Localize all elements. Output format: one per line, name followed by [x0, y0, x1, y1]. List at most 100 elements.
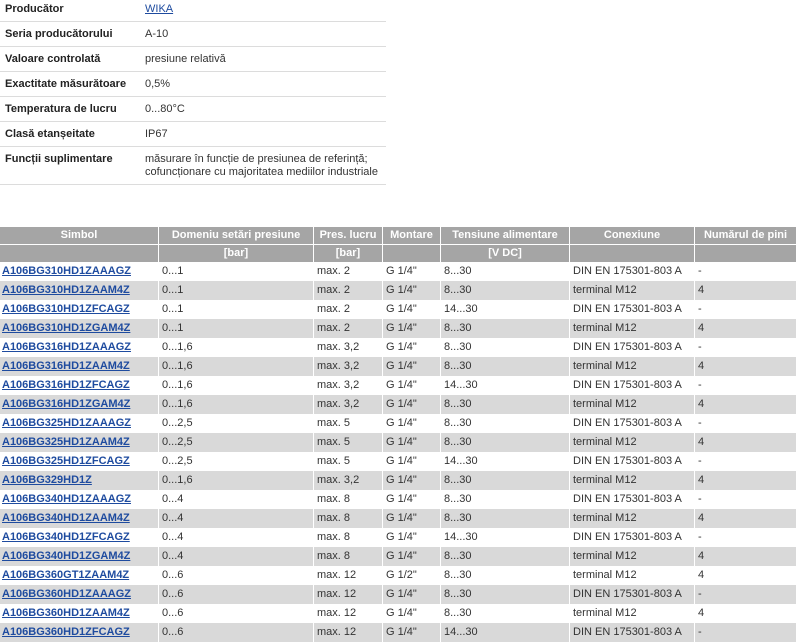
- cell-symbol: A106BG360HD1ZAAAGZ: [0, 585, 158, 604]
- product-symbol-link[interactable]: A106BG360HD1ZFCAGZ: [2, 626, 130, 638]
- cell-pin-count: -: [698, 341, 702, 353]
- cell-mounting: G 1/4": [383, 471, 440, 490]
- cell-mounting: G 1/4": [383, 281, 440, 300]
- cell-connection: terminal M12: [570, 509, 694, 528]
- col-header-pin-count: Numărul de pini: [695, 227, 796, 244]
- product-symbol-link[interactable]: A106BG310HD1ZGAM4Z: [2, 322, 130, 334]
- unit-header-pin-count: [695, 245, 796, 262]
- product-table: Simbol Domeniu setări presiune Pres. luc…: [0, 227, 796, 642]
- product-symbol-link[interactable]: A106BG325HD1ZFCAGZ: [2, 455, 130, 467]
- product-symbol-link[interactable]: A106BG316HD1ZGAM4Z: [2, 398, 130, 410]
- table-row: A106BG340HD1ZGAM4Z 0...4 max. 8G 1/4" 8...3…: [0, 547, 796, 566]
- cell-pressure-range: 0...1,6: [159, 471, 313, 490]
- spec-value: măsurare în funcție de presiunea de refe…: [145, 153, 378, 178]
- cell-pin-count: -: [698, 455, 702, 467]
- manufacturer-link[interactable]: WIKA: [145, 3, 173, 15]
- spec-label: Producător: [5, 3, 64, 15]
- cell-supply-voltage: 8...30: [444, 569, 472, 581]
- cell-supply-voltage: 8...30: [441, 509, 569, 528]
- cell-symbol: A106BG310HD1ZAAM4Z: [0, 281, 158, 300]
- cell-pin-count: -: [698, 265, 702, 277]
- unit-header-pressure-range: [bar]: [159, 245, 313, 262]
- spec-label: Temperatura de lucru: [5, 103, 117, 115]
- product-symbol-link[interactable]: A106BG360GT1ZAAM4Z: [2, 569, 129, 581]
- cell-mounting: G 1/4": [386, 379, 417, 391]
- product-symbol-link[interactable]: A106BG316HD1ZAAM4Z: [2, 360, 130, 372]
- table-row: A106BG360HD1ZAAM4Z 0...6 max. 12 G 1/4" 8...…: [0, 604, 796, 623]
- cell-working-pressure: max. 2: [314, 319, 382, 338]
- cell-supply-voltage: 8...30: [444, 417, 472, 429]
- table-body: A106BG310HD1ZAAAGZ 0...1 max. 2G 1/4" 8...3…: [0, 262, 796, 642]
- cell-working-pressure: max. 12: [317, 569, 357, 581]
- cell-pressure-range: 0...2,5: [162, 455, 193, 467]
- cell-mounting: G 1/4": [386, 531, 417, 543]
- cell-connection: terminal M12: [570, 281, 694, 300]
- product-symbol-link[interactable]: A106BG310HD1ZFCAGZ: [2, 303, 130, 315]
- cell-working-pressure: max. 8: [317, 493, 351, 505]
- spec-value: IP67: [145, 128, 168, 140]
- cell-symbol: A106BG340HD1ZGAM4Z: [0, 547, 158, 566]
- cell-mounting: G 1/4": [383, 357, 440, 376]
- cell-connection: terminal M12: [570, 433, 694, 452]
- cell-supply-voltage: 8...30: [441, 281, 569, 300]
- spec-row-temperature: Temperatura de lucru 0...80°C: [0, 97, 386, 122]
- cell-symbol: A106BG316HD1ZGAM4Z: [0, 395, 158, 414]
- cell-pressure-range: 0...6: [159, 585, 313, 604]
- unit-header-symbol: [0, 245, 158, 262]
- cell-supply-voltage: 8...30: [444, 607, 472, 619]
- product-symbol-link[interactable]: A106BG329HD1Z: [2, 474, 92, 486]
- product-symbol-link[interactable]: A106BG310HD1ZAAM4Z: [2, 284, 130, 296]
- product-symbol-link[interactable]: A106BG340HD1ZAAAGZ: [2, 493, 131, 505]
- product-symbol-link[interactable]: A106BG360HD1ZAAAGZ: [2, 588, 131, 600]
- cell-connection: DIN EN 175301-803 A: [570, 585, 694, 604]
- product-symbol-link[interactable]: A106BG340HD1ZAAM4Z: [2, 512, 130, 524]
- cell-pressure-range: 0...1,6: [162, 379, 193, 391]
- table-row: A106BG316HD1ZGAM4Z 0...1,6 max. 3,2 G 1/4" 8…: [0, 395, 796, 414]
- product-symbol-link[interactable]: A106BG325HD1ZAAM4Z: [2, 436, 130, 448]
- product-symbol-link[interactable]: A106BG310HD1ZAAAGZ: [2, 265, 131, 277]
- cell-mounting: G 1/4": [386, 607, 417, 619]
- cell-pressure-range: 0...1: [162, 265, 184, 277]
- cell-pressure-range: 0...6: [162, 607, 184, 619]
- product-symbol-link[interactable]: A106BG340HD1ZGAM4Z: [2, 550, 130, 562]
- cell-pressure-range: 0...4: [159, 509, 313, 528]
- cell-mounting: G 1/4": [386, 417, 417, 429]
- cell-connection: DIN EN 175301-803 A: [573, 379, 682, 391]
- cell-supply-voltage: 8...30: [444, 265, 472, 277]
- cell-supply-voltage: 8...30: [444, 341, 472, 353]
- cell-connection: DIN EN 175301-803 A: [573, 455, 682, 467]
- cell-symbol: A106BG310HD1ZAAAGZ: [0, 262, 158, 281]
- cell-working-pressure: max. 3,2: [317, 341, 360, 353]
- cell-supply-voltage: 14...30: [444, 531, 478, 543]
- col-header-mounting: Montare: [383, 227, 440, 244]
- cell-connection: DIN EN 175301-803 A: [573, 265, 682, 277]
- cell-pin-count: 4: [695, 509, 796, 528]
- product-symbol-link[interactable]: A106BG316HD1ZAAAGZ: [2, 341, 131, 353]
- cell-working-pressure: max. 8: [314, 509, 382, 528]
- cell-working-pressure: max. 2: [317, 265, 351, 277]
- cell-symbol: A106BG310HD1ZGAM4Z: [0, 319, 158, 338]
- cell-symbol: A106BG325HD1ZAAM4Z: [0, 433, 158, 452]
- product-symbol-link[interactable]: A106BG360HD1ZAAM4Z: [2, 607, 130, 619]
- cell-pin-count: -: [695, 585, 796, 604]
- product-symbol-link[interactable]: A106BG340HD1ZFCAGZ: [2, 531, 130, 543]
- spec-row-series: Seria producătorului A-10: [0, 22, 386, 47]
- cell-working-pressure: max. 8: [314, 547, 382, 566]
- cell-pressure-range: 0...4: [162, 531, 184, 543]
- cell-working-pressure: max. 12: [314, 585, 382, 604]
- cell-connection: terminal M12: [570, 547, 694, 566]
- cell-supply-voltage: 8...30: [441, 395, 569, 414]
- table-row: A106BG360HD1ZAAAGZ 0...6 max. 12 G 1/4" 8...…: [0, 585, 796, 604]
- spec-row-ingress-protection: Clasă etanșeitate IP67: [0, 122, 386, 147]
- cell-connection: DIN EN 175301-803 A: [573, 417, 682, 429]
- product-symbol-link[interactable]: A106BG325HD1ZAAAGZ: [2, 417, 131, 429]
- cell-supply-voltage: 14...30: [444, 455, 478, 467]
- cell-pin-count: 4: [695, 319, 796, 338]
- table-row: A106BG340HD1ZAAAGZ 0...4 max. 8 G 1/4" 8...3…: [0, 490, 796, 509]
- product-symbol-link[interactable]: A106BG316HD1ZFCAGZ: [2, 379, 130, 391]
- spec-label: Clasă etanșeitate: [5, 128, 95, 140]
- table-row: A106BG316HD1ZAAM4Z 0...1,6 max. 3,2 G 1/4" 8…: [0, 357, 796, 376]
- cell-working-pressure: max. 3,2: [317, 379, 360, 391]
- table-row: A106BG325HD1ZFCAGZ 0...2,5 max. 5 G 1/4" 14.…: [0, 452, 796, 471]
- table-row: A106BG340HD1ZAAM4Z 0...4 max. 8G 1/4" 8...3…: [0, 509, 796, 528]
